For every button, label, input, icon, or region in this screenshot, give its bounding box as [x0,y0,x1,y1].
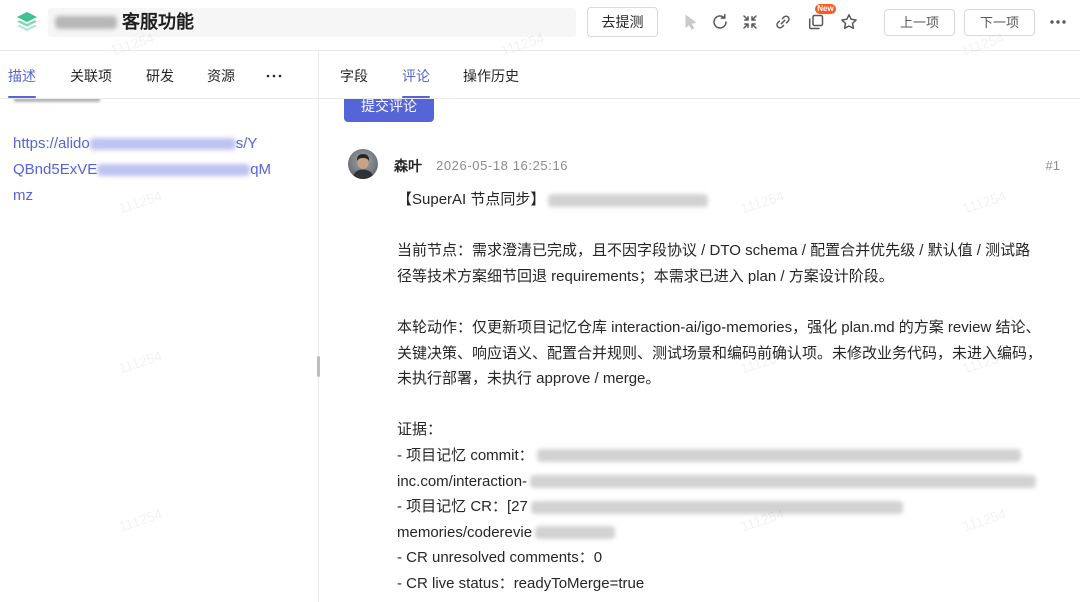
tab-description[interactable]: 描述 [8,66,36,98]
current-node-paragraph: 当前节点：需求澄清已完成，且不因字段协议 / DTO schema / 配置合并… [397,238,1077,289]
action-paragraph: 本轮动作：仅更新项目记忆仓库 interaction-ai/igo-memori… [397,315,1077,392]
evidence-text: memories/coderevie [397,523,533,541]
comments-panel: 提交评论 森叶 2026-05-18 16:25:16 #1 【SuperAI … [319,99,1080,602]
link-text: QBnd5ExVE [13,161,98,178]
tab-comments[interactable]: 评论 [402,66,430,98]
avatar-image [348,149,378,179]
link-text: mz [13,187,33,204]
redacted-text [548,193,709,207]
tab-development[interactable]: 研发 [146,66,174,86]
link-icon[interactable] [773,12,793,32]
redacted-text [97,164,251,177]
comment-author[interactable]: 森叶 [394,156,422,176]
redacted-text [535,526,616,540]
fullscreen-icon[interactable] [740,12,760,32]
evidence-line: - 项目记忆 commit： [397,443,1077,469]
pointer-svg [685,15,696,30]
submit-test-button[interactable]: 去提测 [587,7,658,37]
avatar[interactable] [348,149,378,179]
layers-logo-svg [17,12,37,32]
description-panel: https://alido s/Y QBnd5ExVE qM mz [0,99,318,602]
redacted-text [530,475,1037,489]
title-field[interactable]: 客服功能 [48,8,576,37]
comment-timestamp: 2026-05-18 16:25:16 [436,158,569,173]
text-line: 本轮动作：仅更新项目记忆仓库 interaction-ai/igo-memori… [397,318,1041,336]
new-badge: New [815,4,836,14]
pointer-icon [680,12,700,32]
link-svg [776,15,790,29]
top-bar: 客服功能 去提测 New 上一项 下一项 [0,0,1080,51]
redacted-text [89,138,236,151]
more-tabs-svg [266,74,282,78]
evidence-line: inc.com/interaction- [397,469,1077,495]
comment-heading-text: 【SuperAI 节点同步】 [397,191,546,208]
page-title: 客服功能 [122,12,194,32]
refresh-svg [713,13,727,29]
link-text: s/Y [235,135,258,152]
link-text: qM [250,161,272,178]
evidence-section: 证据： - 项目记忆 commit： inc.com/interaction- … [397,417,1077,596]
evidence-text: - 项目记忆 commit： [397,446,534,464]
link-line[interactable]: https://alido s/Y [13,131,308,157]
redacted-text [55,16,117,29]
next-item-button[interactable]: 下一项 [964,9,1035,36]
more-tabs-icon[interactable] [265,73,283,79]
comment-number: #1 [1045,158,1060,173]
description-link: https://alido s/Y QBnd5ExVE qM mz [13,131,308,209]
comment-body: 【SuperAI 节点同步】 当前节点：需求澄清已完成，且不因字段协议 / DT… [397,187,1077,597]
panel-resize-handle[interactable] [317,356,320,377]
more-icon[interactable] [1048,12,1068,32]
text-line: 未执行部署，未执行 approve / merge。 [397,370,661,388]
evidence-label: 证据： [397,421,443,439]
previous-item-button[interactable]: 上一项 [884,9,955,36]
star-svg [841,14,857,30]
left-tab-bar: 描述 关联项 研发 资源 [0,51,318,99]
right-tab-bar: 字段 评论 操作历史 [319,51,1080,99]
comment-heading: 【SuperAI 节点同步】 [397,187,1077,213]
more-svg [1050,20,1066,24]
link-line[interactable]: QBnd5ExVE qM [13,157,308,183]
evidence-line: memories/coderevie [397,520,1077,546]
evidence-text: inc.com/interaction- [397,472,528,490]
tab-related-items[interactable]: 关联项 [70,66,112,86]
tab-fields[interactable]: 字段 [340,66,368,86]
submit-comment-button[interactable]: 提交评论 [344,99,434,122]
redacted-text [530,500,903,514]
fullscreen-svg [743,15,757,29]
text-line: 径等技术方案细节回退 requirements；本需求已进入 plan / 方案… [397,267,894,285]
link-line[interactable]: mz [13,183,308,209]
text-line: 当前节点：需求澄清已完成，且不因字段协议 / DTO schema / 配置合并… [397,242,1031,260]
evidence-line: - 项目记忆 CR：[27 [397,494,1077,520]
copy-svg [808,14,824,30]
star-icon[interactable] [839,12,859,32]
refresh-icon[interactable] [710,12,730,32]
text-line: 关键决策、响应语义、配置合并规则、测试场景和编码前确认项。未修改业务代码，未进入… [397,344,1043,362]
evidence-line: - CR live status：readyToMerge=true [397,574,645,592]
tab-resources[interactable]: 资源 [207,66,235,86]
redacted-text [536,449,1021,463]
layers-logo-icon [15,11,39,33]
copy-icon[interactable]: New [806,4,836,32]
evidence-line: - CR unresolved comments：0 [397,549,603,567]
scrolled-text-fragment [14,99,100,102]
tab-history[interactable]: 操作历史 [463,66,519,86]
link-text: https://alido [13,135,90,152]
evidence-text: - 项目记忆 CR：[27 [397,498,528,516]
